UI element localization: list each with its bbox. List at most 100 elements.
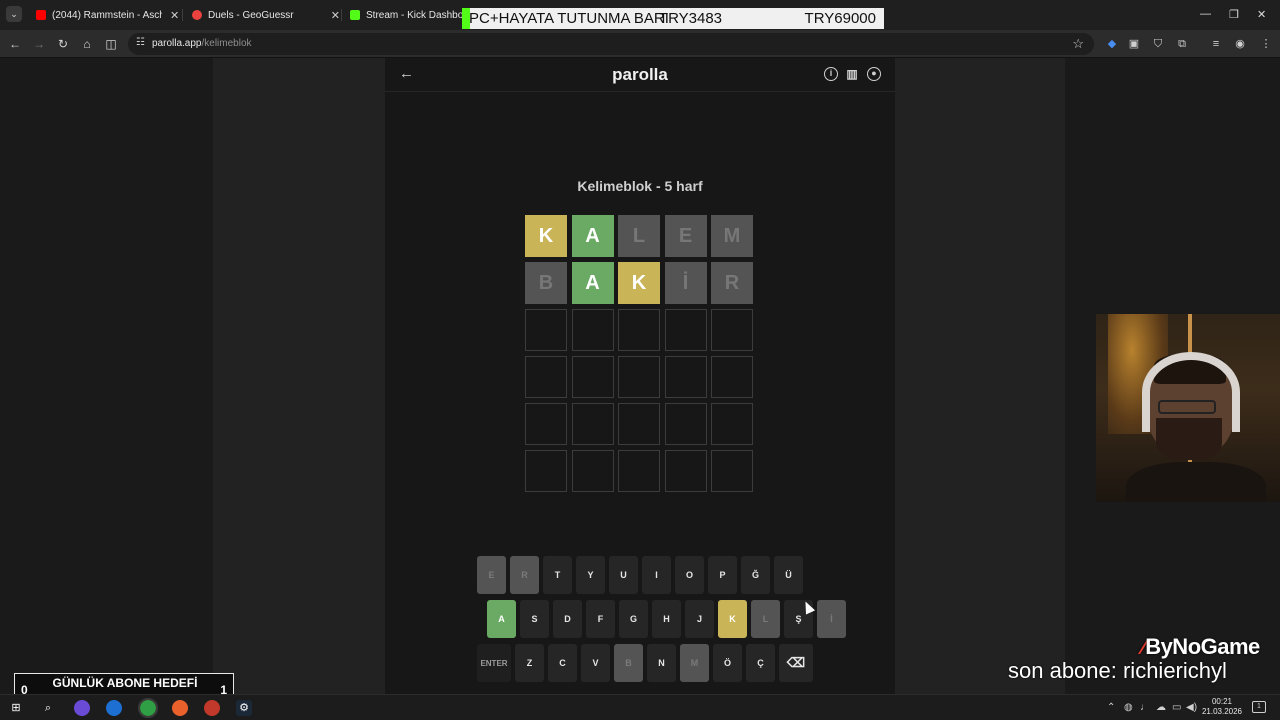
key-a[interactable]: A: [487, 600, 516, 638]
headset-icon: [1142, 352, 1240, 432]
key-d[interactable]: D: [553, 600, 582, 638]
edge-icon[interactable]: [106, 700, 122, 716]
search-icon[interactable]: ⌕: [40, 700, 56, 716]
key-i[interactable]: I: [642, 556, 671, 594]
shield-icon[interactable]: ⛉: [1150, 36, 1166, 52]
split-view-icon[interactable]: ◫: [102, 35, 120, 53]
kick-icon: [350, 10, 360, 20]
board-row: BAKİR: [525, 262, 758, 304]
profile-icon[interactable]: ◉: [1232, 36, 1248, 52]
network-icon[interactable]: ▭: [1172, 702, 1181, 713]
app-header: ← parolla i ▥ ●: [385, 58, 895, 92]
key-u[interactable]: U: [609, 556, 638, 594]
bookmark-star-icon[interactable]: ☆: [1072, 36, 1084, 52]
board-cell: [664, 450, 707, 492]
clock-date: 21.03.2026: [1201, 707, 1243, 716]
bynogame-logo: ⁄ByNoGame: [1142, 634, 1260, 659]
tab-search-chevron-icon[interactable]: ⌄: [6, 6, 22, 22]
system-clock[interactable]: 00:21 21.03.2026: [1200, 697, 1244, 717]
key-ö[interactable]: Ö: [713, 644, 742, 682]
key-h[interactable]: H: [652, 600, 681, 638]
tab-title: (2044) Rammstein - Asche zu A: [52, 9, 162, 21]
address-bar[interactable]: ☷ parolla.app/kelimeblok ☆: [128, 33, 1094, 55]
home-icon[interactable]: ⌂: [78, 35, 96, 53]
key-k[interactable]: K: [718, 600, 747, 638]
extensions-puzzle-icon[interactable]: ⧉: [1174, 36, 1190, 52]
volume-icon[interactable]: ◀): [1186, 702, 1197, 713]
more-menu-icon[interactable]: ⋮: [1258, 36, 1274, 52]
tray-chevron-icon[interactable]: ⌃: [1107, 702, 1115, 713]
key-y[interactable]: Y: [576, 556, 605, 594]
board-cell: [571, 403, 614, 445]
key-t[interactable]: T: [543, 556, 572, 594]
key-b[interactable]: B: [614, 644, 643, 682]
tab-kick-dashboard[interactable]: Stream - Kick Dashboard: [342, 0, 462, 30]
key-l[interactable]: L: [751, 600, 780, 638]
key-v[interactable]: V: [581, 644, 610, 682]
key-n[interactable]: N: [647, 644, 676, 682]
board-cell: İ: [664, 262, 707, 304]
close-tab-icon[interactable]: ✕: [331, 9, 340, 22]
key-s[interactable]: S: [520, 600, 549, 638]
enter-key[interactable]: ENTER: [477, 644, 511, 682]
chrome-icon[interactable]: [138, 698, 158, 718]
key-e[interactable]: E: [477, 556, 506, 594]
info-icon[interactable]: i: [824, 67, 838, 81]
tab-youtube[interactable]: (2044) Rammstein - Asche zu A ✕: [28, 0, 180, 30]
close-tab-icon[interactable]: ✕: [170, 9, 179, 22]
screenshot-icon[interactable]: ▣: [1126, 36, 1142, 52]
tab-title: Stream - Kick Dashboard: [366, 9, 462, 21]
board-cell: [525, 403, 567, 445]
key-z[interactable]: Z: [515, 644, 544, 682]
tab-geoguessr[interactable]: Duels - GeoGuessr ✕: [184, 0, 340, 30]
back-icon[interactable]: ←: [6, 35, 24, 53]
media-control-icon[interactable]: ≡: [1208, 36, 1224, 52]
key-p[interactable]: P: [708, 556, 737, 594]
key-g[interactable]: G: [619, 600, 648, 638]
app-logo[interactable]: parolla: [385, 65, 895, 85]
banner-target-amount: TRY69000: [804, 10, 876, 27]
minimize-icon[interactable]: —: [1200, 8, 1211, 20]
microphone-icon[interactable]: ♩: [1140, 702, 1150, 713]
board-cell: [711, 356, 753, 398]
browser-tab-bar: ⌄ (2044) Rammstein - Asche zu A ✕ Duels …: [0, 0, 1280, 30]
board-cell: [664, 356, 707, 398]
board-cell: [711, 403, 753, 445]
start-icon[interactable]: ⊞: [8, 700, 24, 716]
key-r[interactable]: R: [510, 556, 539, 594]
webcam-feed: [1096, 314, 1280, 502]
board-cell: [571, 450, 614, 492]
account-icon[interactable]: ●: [867, 67, 881, 81]
key-c[interactable]: C: [548, 644, 577, 682]
extension-icon[interactable]: ◆: [1104, 36, 1120, 52]
url-text[interactable]: parolla.app/kelimeblok: [152, 38, 252, 49]
firefox-icon[interactable]: [172, 700, 188, 716]
steam-icon[interactable]: ⚙: [236, 700, 252, 716]
site-info-icon[interactable]: ☷: [136, 37, 145, 48]
key-m[interactable]: M: [680, 644, 709, 682]
key-i̇[interactable]: İ: [817, 600, 846, 638]
board-cell: [618, 356, 660, 398]
key-ğ[interactable]: Ğ: [741, 556, 770, 594]
reload-icon[interactable]: ↻: [54, 35, 72, 53]
notification-icon[interactable]: 1: [1252, 701, 1266, 713]
close-window-icon[interactable]: ✕: [1257, 8, 1266, 21]
tray-app-icon[interactable]: ◍: [1124, 702, 1133, 713]
board-cell: [571, 309, 614, 351]
stats-icon[interactable]: ▥: [845, 67, 859, 81]
restore-icon[interactable]: ❐: [1229, 8, 1239, 21]
cloud-icon[interactable]: ☁: [1156, 702, 1166, 713]
forward-icon[interactable]: →: [30, 35, 48, 53]
obs-icon[interactable]: [204, 700, 220, 716]
app-icon[interactable]: [74, 700, 90, 716]
board-cell: K: [618, 262, 660, 304]
key-f[interactable]: F: [586, 600, 615, 638]
key-ç[interactable]: Ç: [746, 644, 775, 682]
banner-current-amount: TRY3483: [658, 10, 723, 27]
backspace-key[interactable]: ⌫: [779, 644, 813, 682]
key-j[interactable]: J: [685, 600, 714, 638]
key-ü[interactable]: Ü: [774, 556, 803, 594]
key-o[interactable]: O: [675, 556, 704, 594]
keyboard-row: ENTER Z C V B N M Ö Ç ⌫: [477, 644, 817, 682]
board-cell: B: [525, 262, 567, 304]
